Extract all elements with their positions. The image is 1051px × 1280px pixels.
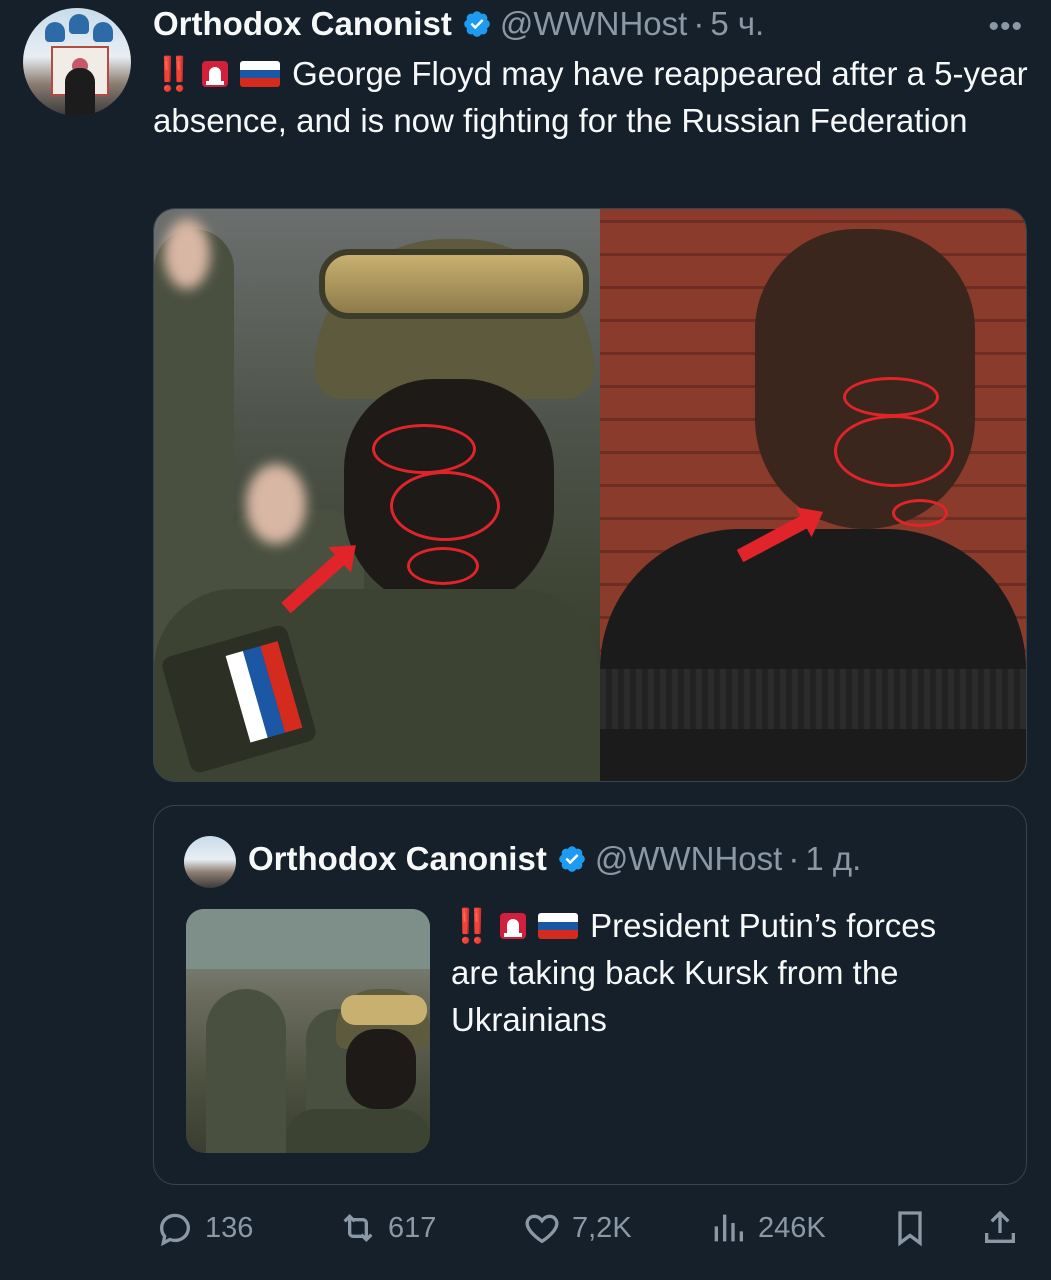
quoted-text: ‼️ President Putin’s forces are taking ba… <box>451 902 991 1043</box>
separator: · <box>788 840 800 877</box>
post-media[interactable] <box>153 208 1027 782</box>
post-time[interactable]: 5 ч. <box>710 5 764 43</box>
russia-flag-icon <box>538 913 579 939</box>
quoted-author-name[interactable]: Orthodox Canonist <box>248 840 547 878</box>
quoted-thumbnail[interactable] <box>186 909 430 1153</box>
action-bar: 136 617 7,2K 246K <box>0 1200 1051 1256</box>
double-exclamation-icon: ‼️ <box>153 55 194 92</box>
author-handle[interactable]: @WWNHost <box>500 5 687 43</box>
repost-icon <box>343 1213 373 1243</box>
verified-icon <box>557 844 587 874</box>
like-count: 7,2K <box>572 1211 632 1244</box>
views-icon <box>714 1214 743 1242</box>
post-body: George Floyd may have reappeared after a… <box>153 55 1028 139</box>
quoted-handle[interactable]: @WWNHost <box>595 840 782 878</box>
like-icon <box>525 1214 559 1244</box>
views-count: 246K <box>758 1211 826 1244</box>
repost-button[interactable]: 617 <box>338 1200 436 1256</box>
russia-flag-icon <box>240 61 281 87</box>
views-button[interactable]: 246K <box>708 1200 826 1256</box>
author-name[interactable]: Orthodox Canonist <box>153 5 452 43</box>
soldier-photo[interactable] <box>154 209 600 781</box>
quoted-avatar[interactable] <box>184 836 236 888</box>
reply-icon <box>159 1213 190 1247</box>
quoted-time[interactable]: 1 д. <box>805 840 861 878</box>
reply-count: 136 <box>205 1211 254 1244</box>
share-icon <box>985 1210 1015 1243</box>
post-text: ‼️ George Floyd may have reappeared after… <box>153 50 1033 144</box>
bookmark-button[interactable] <box>890 1200 940 1256</box>
siren-icon <box>498 906 528 939</box>
repost-count: 617 <box>388 1211 437 1244</box>
share-button[interactable] <box>980 1200 1030 1256</box>
comparison-photo[interactable] <box>600 209 1026 781</box>
more-icon[interactable]: ••• <box>988 10 1023 44</box>
separator: · <box>693 5 705 42</box>
quoted-post[interactable]: Orthodox Canonist @WWNHost · 1 д. ‼️ Pres… <box>153 805 1027 1185</box>
reply-button[interactable]: 136 <box>155 1200 253 1256</box>
double-exclamation-icon: ‼️ <box>451 907 492 944</box>
siren-icon <box>200 54 230 87</box>
quoted-header: Orthodox Canonist @WWNHost · 1 д. <box>248 840 861 878</box>
post-header: Orthodox Canonist @WWNHost · 5 ч. <box>153 2 764 46</box>
bookmark-icon <box>898 1211 922 1247</box>
verified-icon <box>462 9 492 39</box>
post-avatar[interactable] <box>23 8 131 116</box>
like-button[interactable]: 7,2K <box>522 1200 632 1256</box>
